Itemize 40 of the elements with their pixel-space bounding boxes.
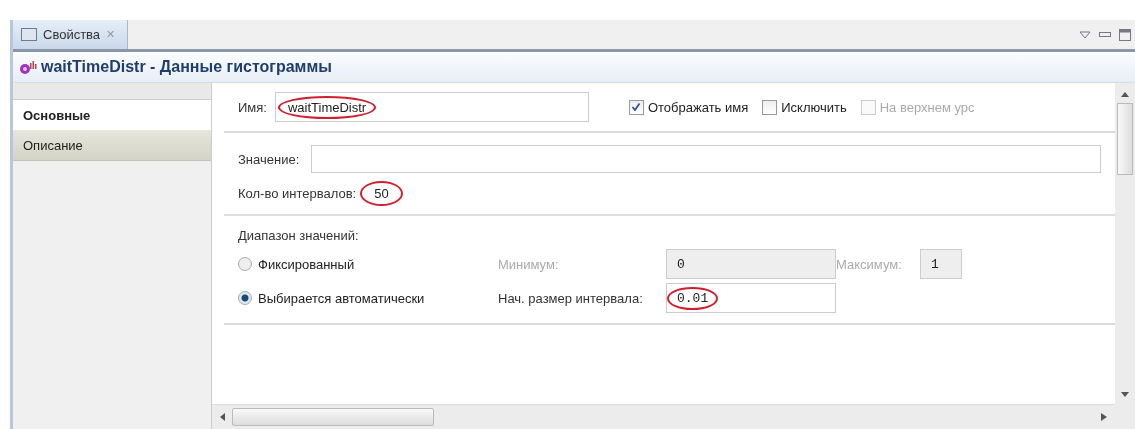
maximize-icon[interactable] — [1119, 28, 1131, 41]
name-field[interactable]: waitTimeDistr — [274, 92, 589, 122]
horizontal-scrollbar[interactable] — [212, 404, 1115, 429]
histogram-data-icon — [19, 59, 37, 75]
tab-title: Свойства — [43, 27, 101, 42]
vertical-scrollbar[interactable] — [1115, 83, 1135, 429]
value-label: Значение: — [238, 151, 300, 167]
field-label: Нач. размер интервала: — [498, 290, 644, 306]
window-icon — [21, 28, 37, 41]
header-title: waitTimeDistr - Данные гистограммы — [41, 58, 332, 76]
checkbox-box[interactable] — [628, 99, 644, 115]
view-menu-icon[interactable] — [1079, 30, 1091, 39]
value-field[interactable] — [311, 145, 1101, 173]
radio-button[interactable] — [238, 291, 252, 305]
checkbox[interactable]: Исключить — [762, 99, 847, 115]
intervals-label: Кол-во интервалов: — [238, 186, 357, 201]
scroll-down-icon[interactable] — [1120, 389, 1130, 399]
field-value: 0.01 — [667, 286, 719, 310]
checkbox-box[interactable] — [762, 99, 778, 115]
radio-option[interactable]: Фиксированный — [238, 256, 498, 272]
intervals-value[interactable]: 50 — [360, 181, 403, 206]
scroll-thumb[interactable] — [232, 408, 434, 426]
field-value: 1 — [930, 255, 940, 274]
sidebar-item[interactable]: Описание — [13, 130, 211, 161]
sidebar-item[interactable]: Основные — [13, 100, 211, 130]
scroll-right-icon[interactable] — [1099, 412, 1109, 422]
scroll-left-icon[interactable] — [218, 412, 228, 422]
scroll-thumb[interactable] — [1117, 103, 1133, 175]
radio-button[interactable] — [238, 257, 252, 271]
field-value: 0 — [676, 255, 686, 274]
field-label: Максимум: — [836, 256, 903, 272]
field-value: waitTimeDistr — [277, 95, 377, 119]
field-label: Минимум: — [498, 256, 560, 272]
range-label: Диапазон значений: — [238, 228, 360, 243]
minimize-icon[interactable] — [1099, 31, 1111, 38]
number-field[interactable]: 0.01 — [666, 283, 836, 313]
properties-tab[interactable]: Свойства ✕ — [13, 20, 129, 49]
name-label: Имя: — [238, 99, 267, 115]
radio-option[interactable]: Выбирается автоматически — [238, 290, 498, 306]
checkbox[interactable]: Отображать имя — [628, 99, 749, 115]
